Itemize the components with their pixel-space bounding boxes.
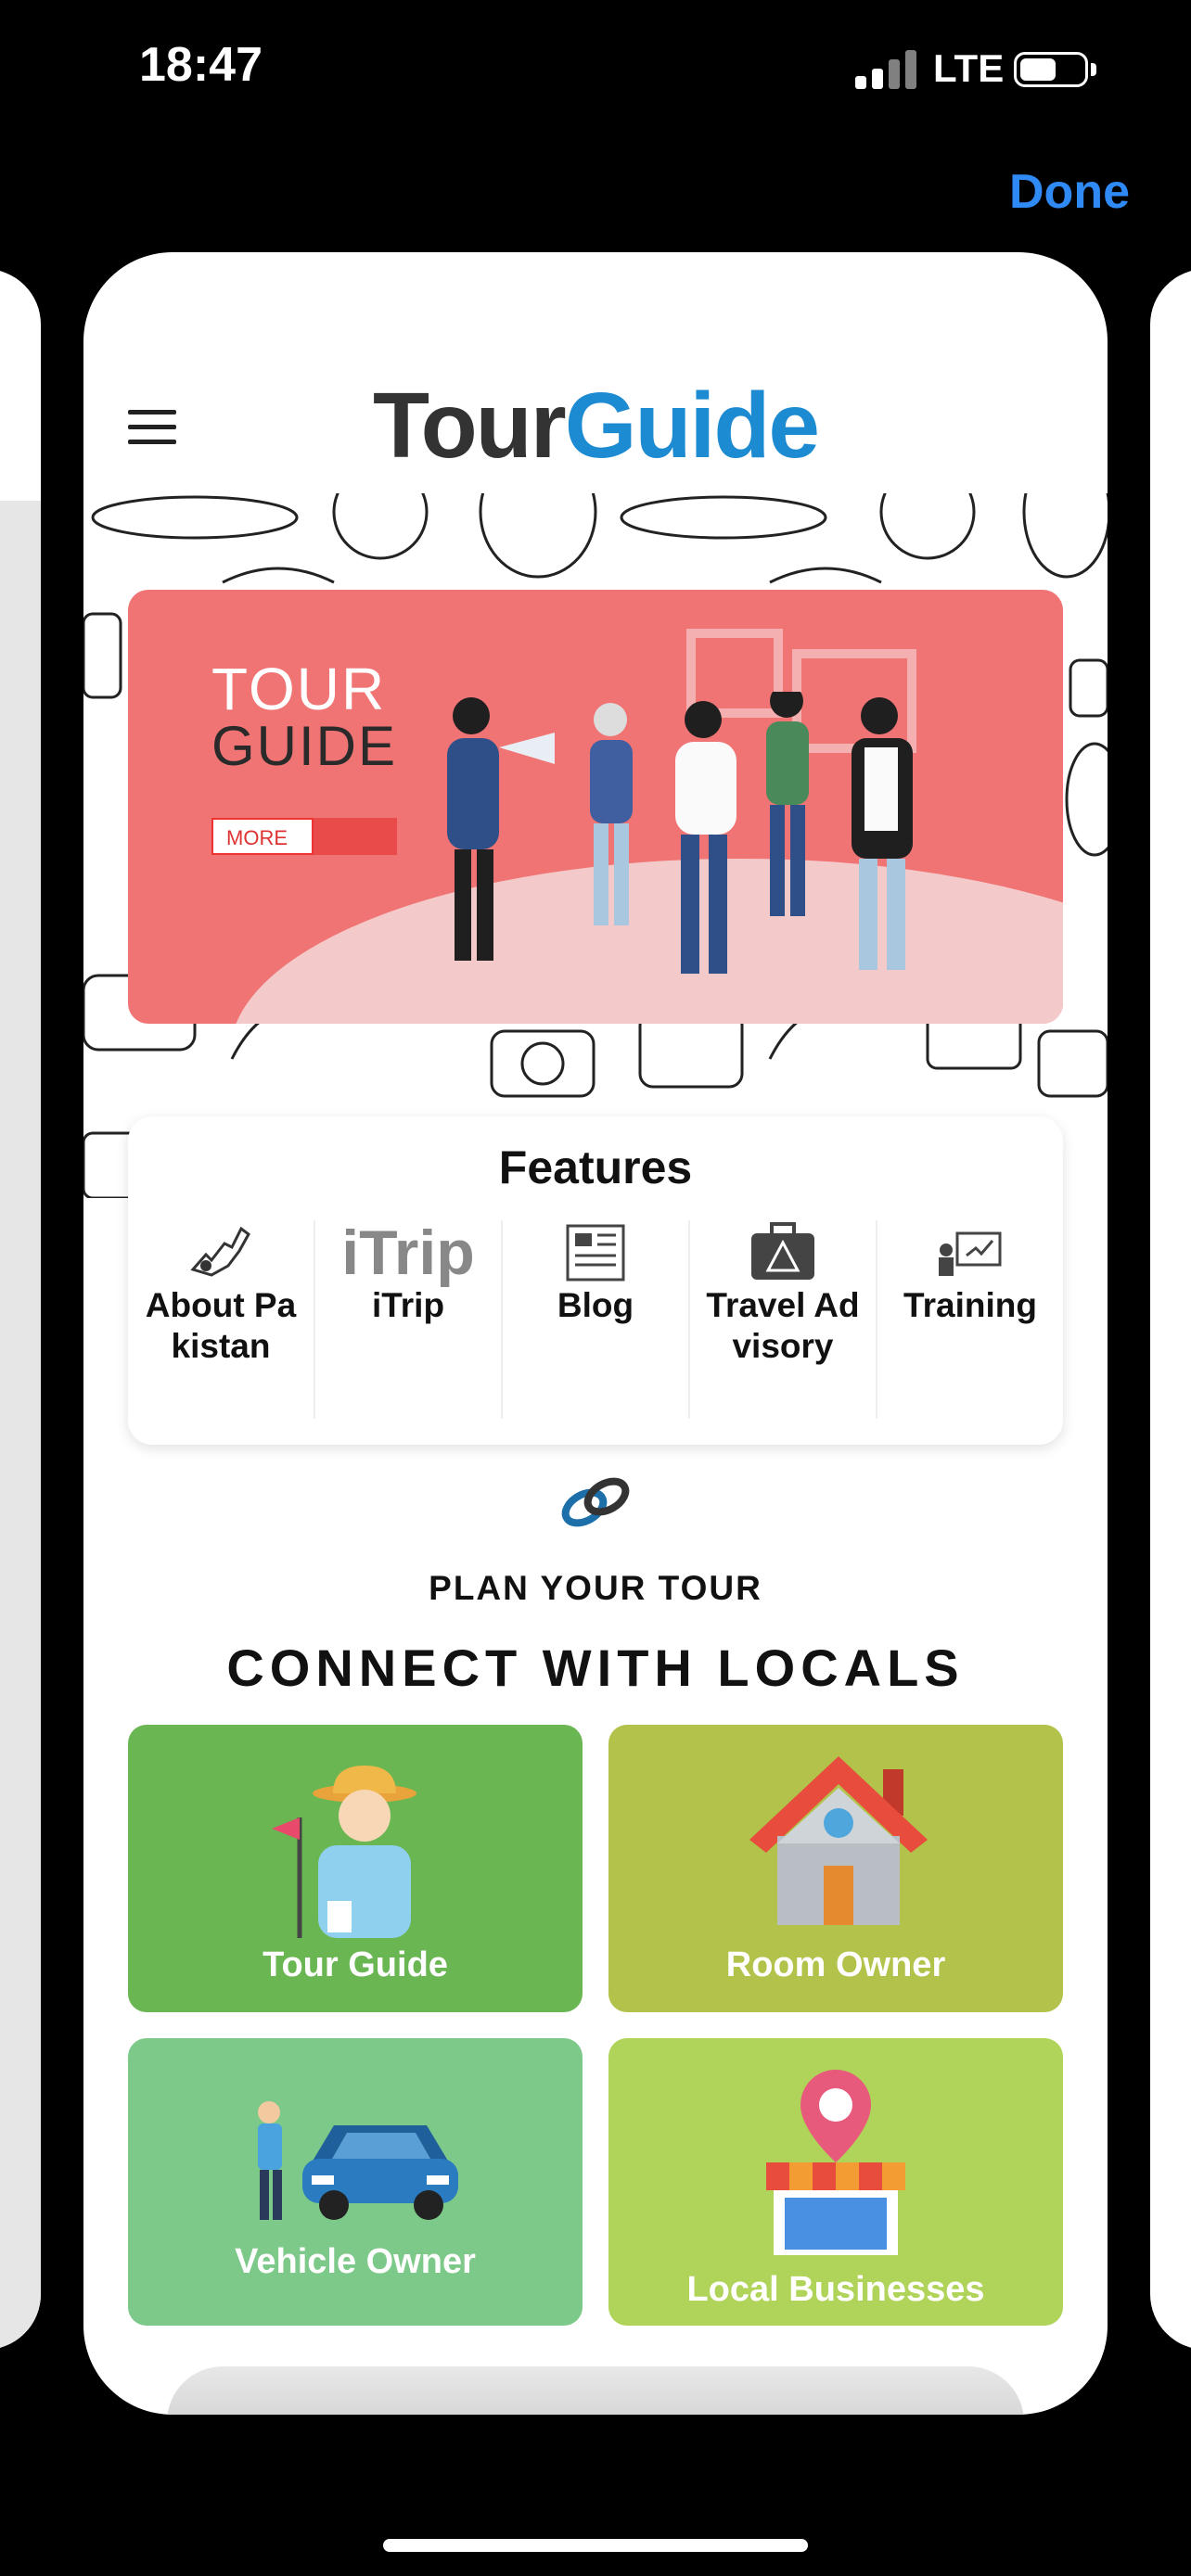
tile-label: Tour Guide (263, 1945, 448, 1984)
feature-travel-advisory[interactable]: Travel Advisory (690, 1220, 877, 1419)
itrip-logo: iTrip (341, 1218, 475, 1288)
logo-text-blue: Guide (564, 374, 820, 478)
tile-label: Vehicle Owner (235, 2242, 476, 2281)
home-indicator[interactable] (383, 2539, 808, 2552)
previous-tab-card[interactable] (0, 269, 41, 2350)
hero-banner[interactable]: TOUR GUIDE MORE (128, 590, 1063, 1024)
tile-label: Local Businesses (686, 2270, 985, 2309)
feature-training[interactable]: Training (877, 1220, 1063, 1419)
tile-local-businesses[interactable]: Local Businesses (608, 2038, 1063, 2326)
banner-more-bar (314, 818, 397, 855)
features-card: Features About Pakistan iTrip iTrip Blog… (128, 1116, 1063, 1445)
battery-icon (1014, 52, 1088, 87)
presentation-board-icon (939, 1231, 1002, 1276)
battery-tip (1091, 63, 1096, 76)
tile-room-owner[interactable]: Room Owner (608, 1725, 1063, 2012)
feature-itrip[interactable]: iTrip iTrip (315, 1220, 503, 1419)
tile-label: Room Owner (725, 1945, 946, 1984)
status-bar: 18:47 LTE (0, 0, 1191, 139)
next-section-preview (167, 2366, 1024, 2415)
car-icon (258, 2101, 458, 2220)
features-heading: Features (498, 1141, 693, 1193)
feature-about-pakistan[interactable]: About Pakistan (128, 1220, 315, 1419)
feature-label: iTrip (371, 1286, 445, 1324)
pakistan-map-icon (190, 1226, 250, 1277)
banner-title-line2: GUIDE (211, 715, 398, 777)
banner-title-line1: TOUR (211, 656, 387, 722)
next-tab-card[interactable] (1150, 269, 1191, 2350)
suitcase-warning-icon (751, 1222, 814, 1280)
plan-your-tour-label: PLAN YOUR TOUR (429, 1569, 762, 1607)
tour-guide-icon (272, 1766, 416, 1938)
clock: 18:47 (139, 38, 263, 92)
banner-more-button[interactable]: MORE (211, 818, 314, 855)
feature-label: Travel Advisory (706, 1286, 860, 1365)
house-icon (749, 1756, 928, 1925)
logo-text-dark: Tour (372, 374, 567, 478)
tile-tour-guide[interactable]: Tour Guide (128, 1725, 583, 2012)
feature-label: About Pakistan (145, 1286, 297, 1365)
link-chain-icon (561, 1477, 630, 1527)
tourists-illustration (447, 692, 913, 974)
newspaper-icon (566, 1224, 625, 1282)
network-type: LTE (933, 46, 1005, 90)
app-logo: TourGuide (83, 373, 1108, 479)
done-button[interactable]: Done (1004, 163, 1135, 221)
feature-blog[interactable]: Blog (503, 1220, 690, 1419)
connect-with-locals-heading: CONNECT WITH LOCALS (226, 1639, 965, 1697)
feature-label: Blog (557, 1286, 634, 1324)
signal-icon (855, 48, 920, 89)
tile-vehicle-owner[interactable]: Vehicle Owner (128, 2038, 583, 2326)
shop-location-icon (766, 2070, 905, 2255)
app-card: TourGuide TOUR GUIDE MORE Features About… (83, 252, 1108, 2415)
feature-label: Training (903, 1286, 1037, 1324)
